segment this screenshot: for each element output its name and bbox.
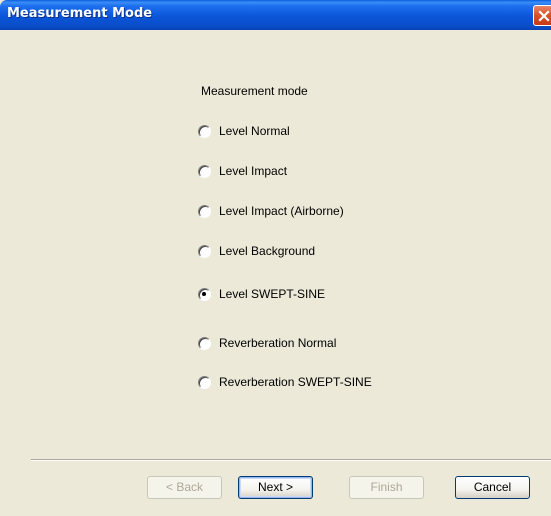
button-separator	[31, 459, 551, 461]
radio-button[interactable]	[198, 336, 211, 350]
radio-option-reverberation-swept-sine[interactable]: Reverberation SWEPT-SINE	[198, 373, 372, 391]
radio-option-level-normal[interactable]: Level Normal	[198, 122, 290, 140]
title-bar[interactable]: Measurement Mode	[0, 0, 551, 30]
radio-label: Level Impact (Airborne)	[219, 204, 344, 218]
measurement-mode-label: Measurement mode	[201, 84, 308, 98]
dialog-body: Measurement mode Level Normal Level Impa…	[0, 30, 551, 516]
radio-option-level-impact-airborne[interactable]: Level Impact (Airborne)	[198, 202, 344, 220]
radio-button[interactable]	[198, 244, 211, 258]
radio-option-level-background[interactable]: Level Background	[198, 242, 315, 260]
radio-label: Level SWEPT-SINE	[219, 287, 326, 301]
radio-button[interactable]	[198, 124, 211, 138]
radio-button[interactable]	[198, 164, 211, 178]
radio-button[interactable]	[198, 375, 211, 389]
radio-button-selected[interactable]	[198, 287, 211, 301]
measurement-mode-dialog: Measurement Mode Measurement mode Level …	[0, 0, 551, 516]
radio-option-level-impact[interactable]: Level Impact	[198, 162, 287, 180]
next-button[interactable]: Next >	[238, 476, 313, 499]
window-title: Measurement Mode	[7, 6, 153, 21]
radio-option-level-swept-sine[interactable]: Level SWEPT-SINE	[198, 285, 325, 303]
radio-label: Reverberation SWEPT-SINE	[219, 375, 372, 389]
cancel-button[interactable]: Cancel	[455, 476, 530, 499]
radio-label: Level Impact	[219, 164, 288, 178]
back-button[interactable]: < Back	[147, 476, 222, 499]
radio-button[interactable]	[198, 204, 211, 218]
close-icon	[538, 10, 550, 22]
close-button[interactable]	[533, 5, 551, 26]
radio-label: Level Normal	[219, 124, 290, 138]
radio-option-reverberation-normal[interactable]: Reverberation Normal	[198, 334, 336, 352]
radio-label: Level Background	[219, 244, 316, 258]
finish-button[interactable]: Finish	[349, 476, 424, 499]
radio-label: Reverberation Normal	[219, 336, 337, 350]
